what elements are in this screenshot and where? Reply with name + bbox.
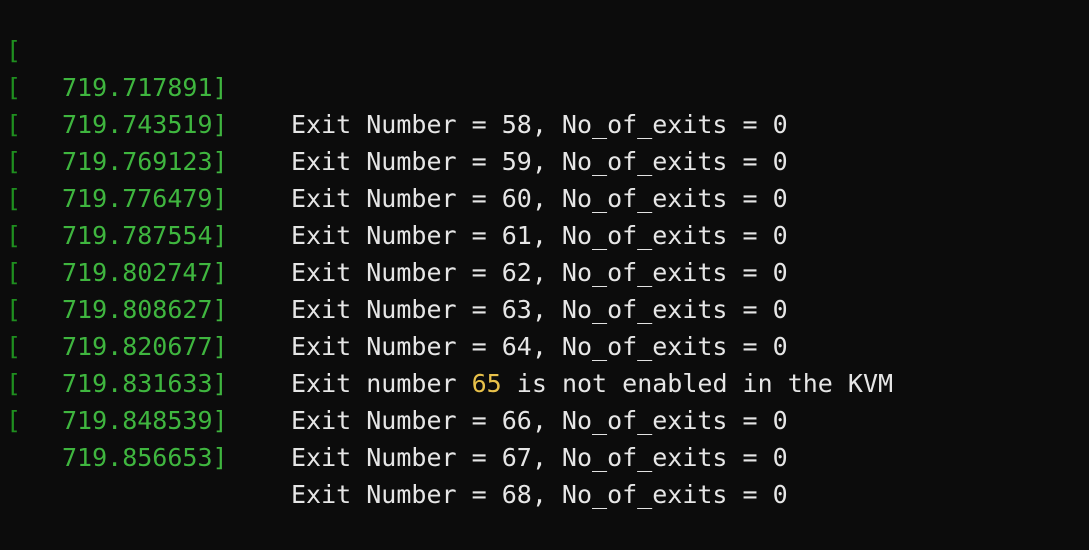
log-message: Exit Number = 66, No_of_exits = 0: [291, 406, 788, 435]
log-line: [ 719.776479] Exit Number = 61, No_of_ex…: [0, 106, 788, 250]
log-line: [ 719.717891] Exit Number = 58, No_of_ex…: [0, 0, 788, 139]
log-message: Exit Number = 58, No_of_exits = 0: [291, 110, 788, 139]
log-message-disabled: Exit number 65 is not enabled in the KVM: [291, 365, 893, 402]
log-bracket: [: [6, 406, 22, 435]
log-message-exit-number: 65: [471, 369, 502, 398]
log-message: Exit Number = 64, No_of_exits = 0: [291, 332, 788, 361]
log-line: [ 719.787554] Exit Number = 62, No_of_ex…: [0, 143, 788, 287]
log-timestamp: 719.769123]: [62, 147, 228, 176]
log-message: Exit Number = 60, No_of_exits = 0: [291, 184, 788, 213]
log-timestamp: 719.820677]: [62, 332, 228, 361]
log-line: [ 719.831633] Exit Number = 66, No_of_ex…: [0, 291, 788, 435]
log-line: [ 719.802747] Exit Number = 63, No_of_ex…: [0, 180, 788, 324]
log-timestamp: 719.787554]: [62, 221, 228, 250]
log-timestamp: 719.717891]: [62, 73, 228, 102]
log-timestamp: 719.802747]: [62, 258, 228, 287]
log-message: Exit Number = 63, No_of_exits = 0: [291, 295, 788, 324]
log-timestamp: 719.776479]: [62, 184, 228, 213]
log-message-suffix: is not enabled in the KVM: [501, 369, 894, 398]
log-message: Exit Number = 62, No_of_exits = 0: [291, 258, 788, 287]
log-message-prefix: Exit number: [291, 369, 472, 398]
terminal-output: [ 719.717891] Exit Number = 58, No_of_ex…: [0, 0, 1089, 509]
log-message: Exit Number = 68, No_of_exits = 0: [291, 480, 788, 509]
log-message: Exit Number = 59, No_of_exits = 0: [291, 147, 788, 176]
log-timestamp: 719.743519]: [62, 110, 228, 139]
log-timestamp: 719.856653]: [62, 443, 228, 472]
log-line: [ 719.743519] Exit Number = 59, No_of_ex…: [0, 32, 788, 176]
log-line: [ 719.769123] Exit Number = 60, No_of_ex…: [0, 69, 788, 213]
log-line: [ 719.820677] Exit number 65 is not enab…: [0, 254, 893, 398]
log-line: [ 719.848539] Exit Number = 67, No_of_ex…: [0, 328, 788, 472]
log-line: [ 719.808627] Exit Number = 64, No_of_ex…: [0, 217, 788, 361]
log-timestamp: 719.848539]: [62, 406, 228, 435]
log-timestamp: 719.831633]: [62, 369, 228, 398]
log-message: Exit Number = 67, No_of_exits = 0: [291, 443, 788, 472]
log-line: [ 719.856653] Exit Number = 68, No_of_ex…: [0, 365, 788, 509]
log-timestamp: 719.808627]: [62, 295, 228, 324]
log-message: Exit Number = 61, No_of_exits = 0: [291, 221, 788, 250]
